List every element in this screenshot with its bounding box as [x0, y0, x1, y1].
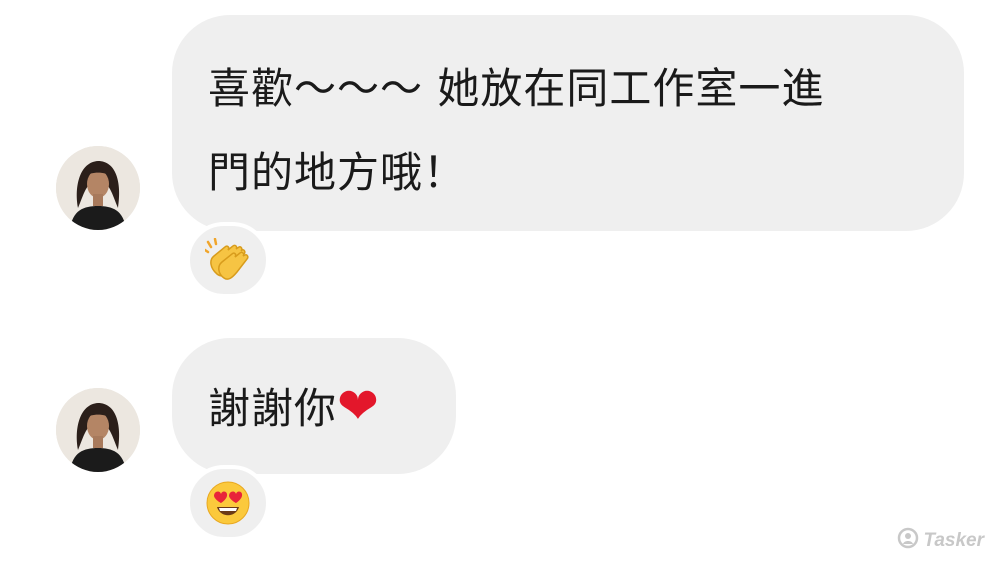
reaction-badge[interactable]	[186, 465, 270, 541]
sender-avatar[interactable]	[56, 146, 140, 230]
message-bubble[interactable]: 謝謝你❤	[172, 338, 456, 474]
message-text-line: 門的地方哦！	[208, 148, 467, 197]
sender-avatar[interactable]	[56, 388, 140, 472]
heart-emoji: ❤	[337, 377, 380, 435]
message-bubble[interactable]: 喜歡～～～ 她放在同工作室一進 門的地方哦！	[172, 15, 964, 231]
reaction-badge[interactable]	[186, 222, 270, 298]
message-text: 謝謝你	[208, 384, 338, 433]
tasker-logo-icon	[897, 527, 919, 555]
clapping-hands-icon	[205, 238, 251, 282]
heart-eyes-icon	[205, 480, 251, 526]
chat-thread: 喜歡～～～ 她放在同工作室一進 門的地方哦！ 謝謝你❤ Tasker	[0, 0, 1000, 567]
message-text-line: 喜歡～～～ 她放在同工作室一進	[208, 64, 825, 113]
watermark: Tasker	[897, 527, 984, 555]
watermark-text: Tasker	[923, 530, 984, 551]
